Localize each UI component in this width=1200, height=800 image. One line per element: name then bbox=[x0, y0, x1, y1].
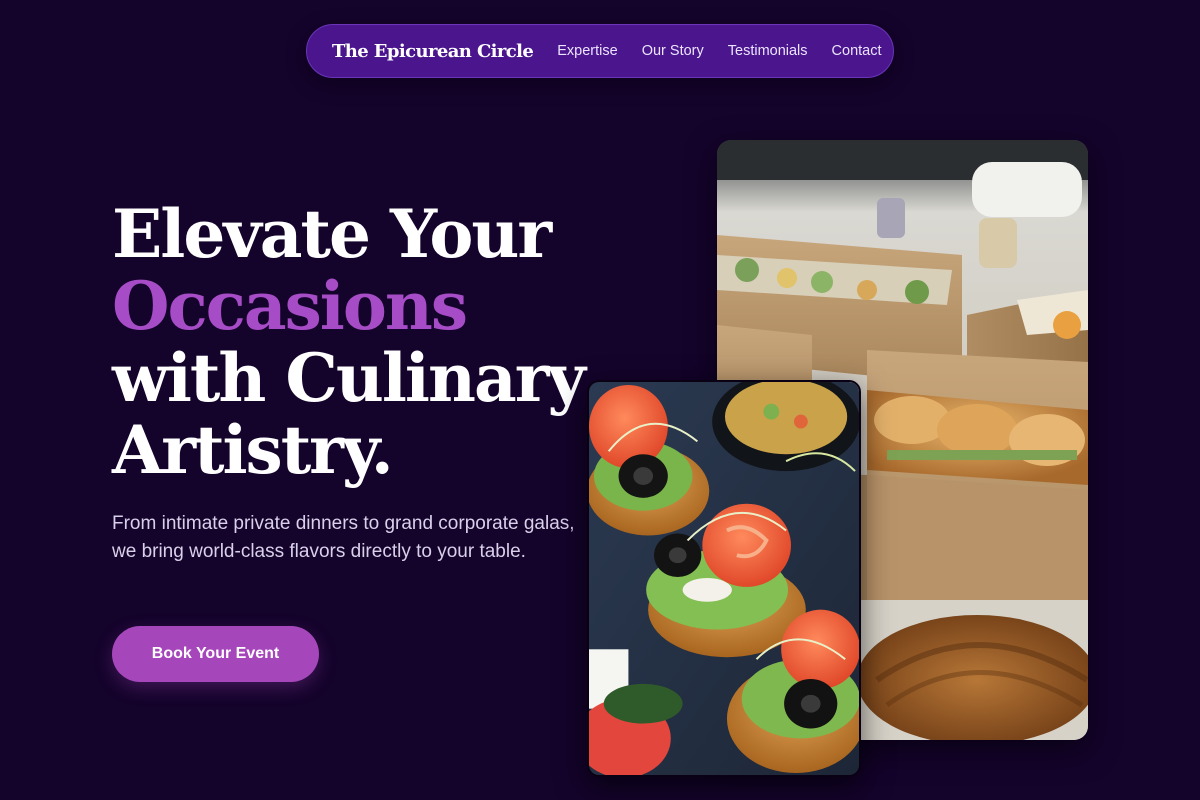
hero-title: Elevate Your Occasions with Culinary Art… bbox=[112, 198, 592, 486]
hero-subtitle: From intimate private dinners to grand c… bbox=[112, 513, 575, 562]
top-nav: The Epicurean Circle Expertise Our Story… bbox=[306, 24, 894, 78]
nav-link-our-story[interactable]: Our Story bbox=[642, 43, 704, 59]
nav-link-testimonials[interactable]: Testimonials bbox=[728, 43, 808, 59]
nav-link-expertise[interactable]: Expertise bbox=[557, 43, 617, 59]
book-event-button[interactable]: Book Your Event bbox=[112, 626, 319, 682]
hero-title-line-4: Artistry. bbox=[112, 411, 394, 489]
hero-title-line-1: Elevate Your bbox=[112, 195, 552, 273]
canape-platter-image bbox=[587, 380, 861, 777]
brand-logo[interactable]: The Epicurean Circle bbox=[332, 41, 534, 62]
hero-title-line-3: with Culinary bbox=[112, 339, 586, 417]
nav-link-contact[interactable]: Contact bbox=[832, 43, 882, 59]
hero-title-accent: Occasions bbox=[112, 267, 468, 345]
nav-links: Expertise Our Story Testimonials Contact bbox=[557, 43, 881, 59]
